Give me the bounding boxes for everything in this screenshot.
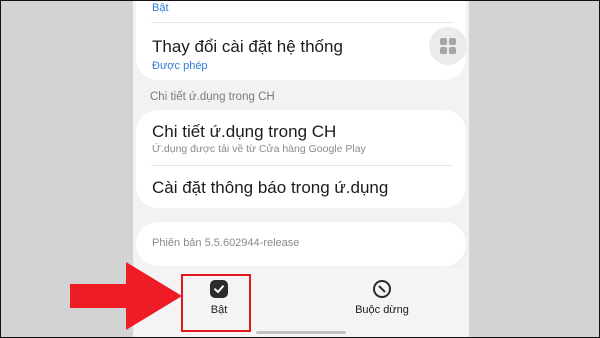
force-stop-button[interactable]: Buộc dừng <box>342 280 422 316</box>
force-stop-label: Buộc dừng <box>355 304 409 316</box>
in-app-notification-settings-item[interactable]: Cài đặt thông báo trong ứ.dụng <box>136 166 466 208</box>
app-details-in-store-title: Chi tiết ứ.dụng trong CH <box>152 122 337 141</box>
version-card: Phiên bản 5.5.602944-release <box>136 222 466 266</box>
block-icon <box>373 280 391 298</box>
previous-status: Bật <box>152 2 169 14</box>
grid-icon[interactable] <box>429 27 467 65</box>
section-header: Chi tiết ứ.dụng trong CH <box>150 91 275 103</box>
change-system-settings-status: Được phép <box>152 60 208 72</box>
change-system-settings-item[interactable]: Thay đổi cài đặt hệ thống Được phép <box>136 23 426 78</box>
pointer-arrow-icon <box>70 262 182 330</box>
highlight-box <box>181 274 251 332</box>
in-app-notification-settings-title: Cài đặt thông báo trong ứ.dụng <box>152 178 389 197</box>
settings-card-top: Bật Thay đổi cài đặt hệ thống Được phép <box>136 0 466 80</box>
app-details-in-store-subtitle: Ứ.dụng được tải về từ Cửa hàng Google Pl… <box>152 143 366 155</box>
home-handle[interactable] <box>256 331 346 334</box>
change-system-settings-title: Thay đổi cài đặt hệ thống <box>152 37 343 56</box>
version-text: Phiên bản 5.5.602944-release <box>152 237 300 249</box>
app-details-in-store-item[interactable]: Chi tiết ứ.dụng trong CH Ứ.dụng được tải… <box>136 110 466 165</box>
store-details-card: Chi tiết ứ.dụng trong CH Ứ.dụng được tải… <box>136 110 466 208</box>
